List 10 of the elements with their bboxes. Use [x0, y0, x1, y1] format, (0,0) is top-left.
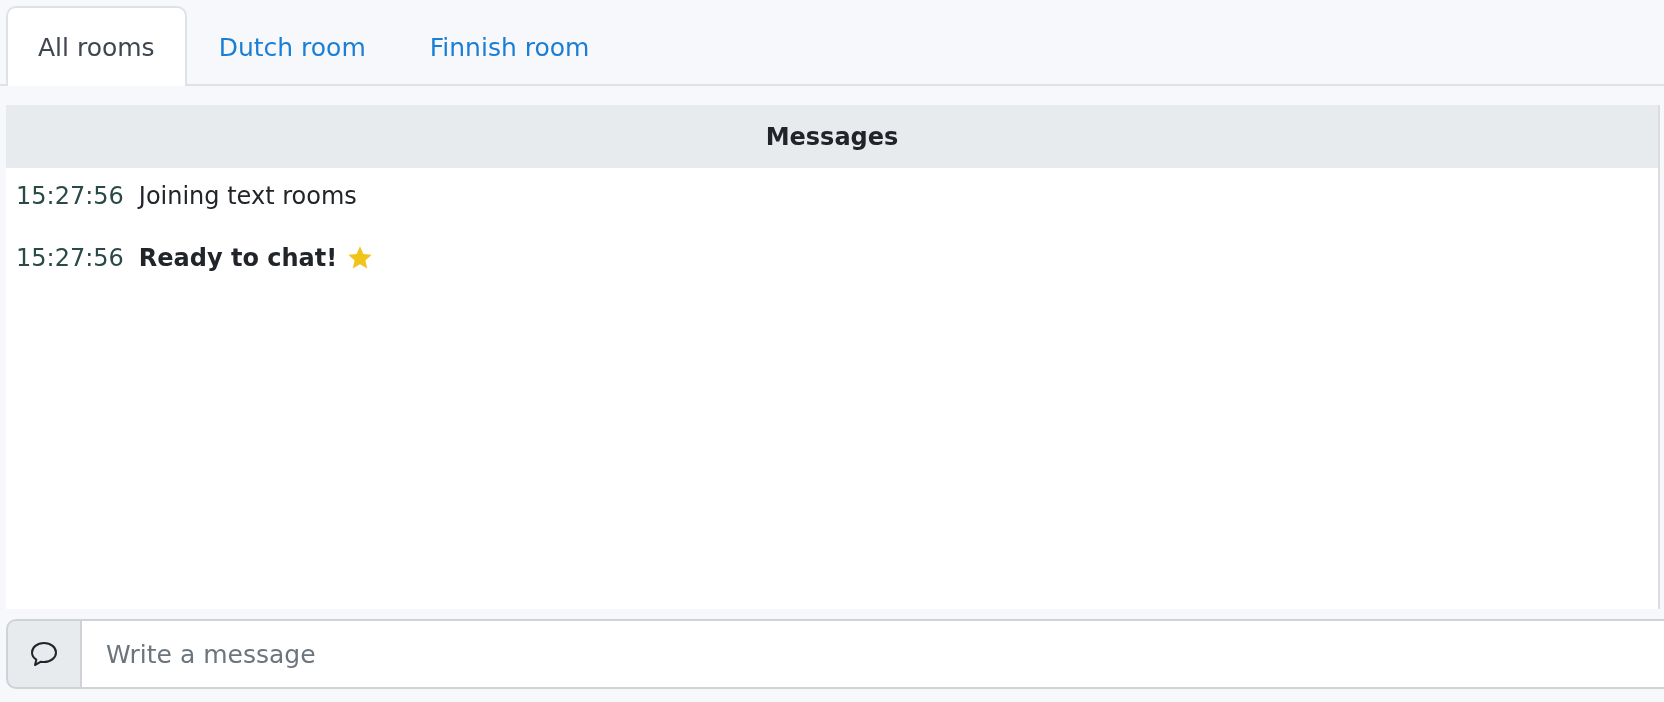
message-time: 15:27:56 — [16, 244, 124, 272]
speech-bubble-icon — [30, 641, 58, 667]
room-tab[interactable]: Dutch room — [186, 6, 398, 86]
room-tab[interactable]: All rooms — [6, 6, 187, 86]
message-time: 15:27:56 — [16, 182, 124, 210]
message-text: Ready to chat! — [138, 244, 338, 272]
panel-title: Messages — [6, 105, 1658, 168]
message-text: Joining text rooms — [138, 182, 357, 210]
message-input[interactable]: Write a message — [82, 619, 1664, 689]
room-tab[interactable]: Finnish room — [397, 6, 622, 86]
